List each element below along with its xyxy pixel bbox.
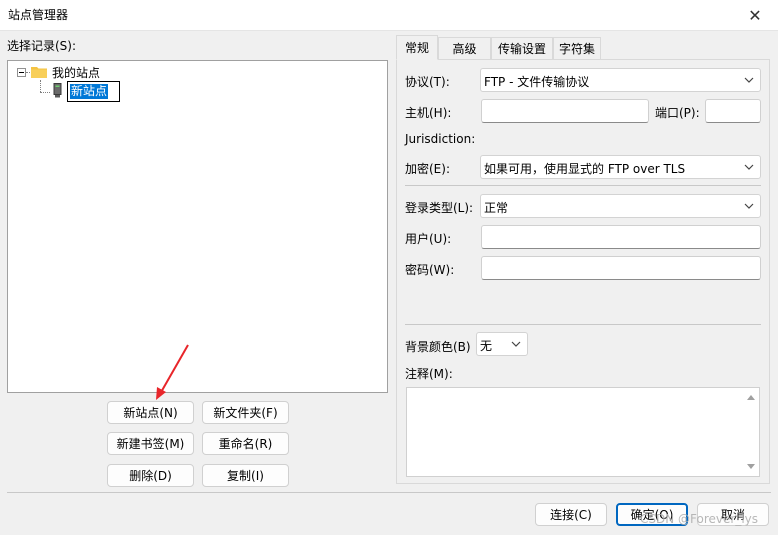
tree-item-my-sites[interactable]: 我的站点 [52,64,100,81]
user-label: 用户(U): [405,232,452,246]
chevron-down-icon [744,77,754,83]
new-folder-button[interactable]: 新文件夹(F) [202,401,289,424]
divider [7,492,771,493]
chevron-down-icon [511,341,521,347]
protocol-label: 协议(T): [405,75,450,89]
port-label: 端口(P): [655,106,700,120]
protocol-select[interactable]: FTP - 文件传输协议 [480,68,761,92]
chevron-down-icon [744,203,754,209]
host-input[interactable] [481,99,649,123]
tab-general[interactable]: 常规 [396,35,438,60]
tab-charset[interactable]: 字符集 [553,37,601,59]
comments-scrollbar[interactable] [743,388,759,476]
encryption-label: 加密(E): [405,162,450,176]
encryption-value: 如果可用，使用显式的 FTP over TLS [484,162,686,176]
delete-button[interactable]: 删除(D) [107,464,194,487]
divider [405,324,761,325]
host-label: 主机(H): [405,106,452,120]
tab-transfer-settings[interactable]: 传输设置 [491,37,553,59]
server-icon [53,83,62,98]
title-bar: 站点管理器 ✕ [0,0,778,31]
comments-textarea[interactable] [406,387,760,477]
copy-button[interactable]: 复制(I) [202,464,289,487]
collapse-icon[interactable] [17,68,26,77]
new-site-selected-text[interactable]: 新站点 [70,84,109,99]
port-input[interactable] [705,99,761,123]
logon-type-label: 登录类型(L): [405,201,474,215]
rename-input[interactable]: 新站点 [67,81,120,102]
select-entry-label: 选择记录(S): [7,39,77,53]
protocol-value: FTP - 文件传输协议 [484,75,590,89]
new-site-button[interactable]: 新站点(N) [107,401,194,424]
site-tree[interactable]: 我的站点 新站点 [7,60,388,393]
password-label: 密码(W): [405,263,455,277]
rename-button[interactable]: 重命名(R) [202,432,289,455]
close-icon[interactable]: ✕ [732,0,778,30]
bgcolor-value: 无 [480,339,493,353]
tree-connector [40,80,41,92]
encryption-select[interactable]: 如果可用，使用显式的 FTP over TLS [480,155,761,179]
user-input[interactable] [481,225,761,249]
annotation-arrow-icon [156,344,189,400]
jurisdiction-label: Jurisdiction: [405,132,476,146]
password-input[interactable] [481,256,761,280]
watermark: CSDN @Forever_lys [640,512,759,526]
bgcolor-select[interactable]: 无 [476,332,528,356]
tree-connector [40,92,50,93]
scroll-up-icon[interactable] [747,395,755,400]
logon-type-value: 正常 [484,201,509,215]
new-bookmark-button[interactable]: 新建书签(M) [107,432,194,455]
scroll-down-icon[interactable] [747,464,755,469]
divider [405,185,761,186]
tab-advanced[interactable]: 高级 [438,37,491,59]
comments-label: 注释(M): [405,367,453,381]
bgcolor-label: 背景颜色(B) [405,340,471,354]
chevron-down-icon [744,164,754,170]
logon-type-select[interactable]: 正常 [480,194,761,218]
folder-icon [31,67,47,78]
window-title: 站点管理器 [8,8,69,22]
connect-button[interactable]: 连接(C) [535,503,607,526]
